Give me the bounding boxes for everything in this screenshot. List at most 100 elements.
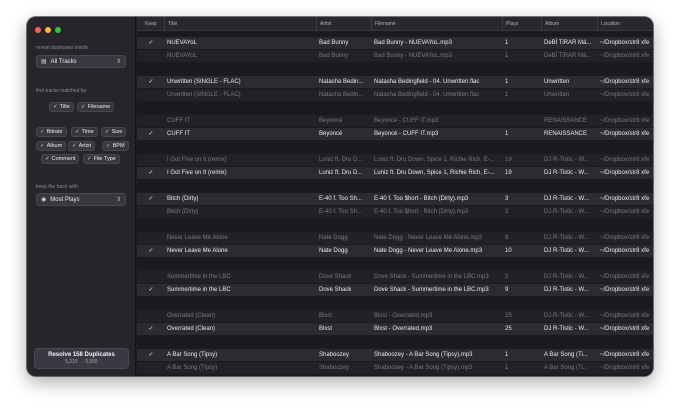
field-chip-bitrate[interactable]: ✓ Bitrate (36, 127, 67, 137)
checkmark-icon: ✓ (105, 129, 110, 135)
cell-album: DJ R-Tistic - W... (544, 157, 589, 163)
match-chip-title[interactable]: ✓ Title (49, 102, 74, 112)
table-row[interactable]: ✓ A Bar Song (Tipsy) Shaboozey Shaboozey - … (137, 349, 653, 361)
cell-filename: Blxst - Overrated.mp3 (374, 313, 433, 319)
keep-checkbox[interactable]: ✓ (137, 323, 165, 335)
cell-plays: 1 (505, 79, 509, 85)
cell-artist: Blxst (319, 313, 333, 319)
keep-checkbox[interactable]: ✓ (137, 284, 165, 296)
column-header-location[interactable]: Location (597, 17, 620, 31)
cell-artist: Nate Dogg (319, 235, 348, 241)
column-header-artist[interactable]: Artist (316, 17, 331, 31)
cell-location: ~/Dropbox/str8 xfe (600, 131, 650, 137)
cell-plays: 19 (505, 157, 512, 163)
cell-title: NUEVAYoL (167, 40, 197, 46)
chip-label: BPM (112, 143, 125, 149)
resolve-duplicates-button[interactable]: Resolve 158 Duplicates 5,215 → 5,055 (34, 348, 129, 369)
keep-checkbox[interactable]: ✓ (137, 128, 165, 140)
field-chip-comment[interactable]: ✓ Comment (41, 154, 80, 164)
cell-filename: Shaboozey - A Bar Song (Tipsy).mp3 (374, 365, 473, 371)
table-row[interactable]: Never Leave Me Alone Nate Dogg Nate Dogg -… (137, 232, 653, 244)
keep-select-value: Most Plays (50, 196, 80, 203)
cell-album: Unwritten (544, 79, 570, 85)
keep-checkbox[interactable] (137, 271, 165, 283)
cell-plays: 25 (505, 326, 512, 332)
field-chip-artist[interactable]: ✓ Artist (68, 141, 96, 151)
column-header-filename[interactable]: Filename (371, 17, 396, 31)
table-row[interactable]: Overrated (Clean) Blxst Blxst - Overrated.… (137, 310, 653, 322)
column-header-plays[interactable]: Plays (502, 17, 518, 31)
table-row[interactable]: ✓ CUFF IT Beyoncé Beyoncé - CUFF IT.mp3 1 REN… (137, 128, 653, 140)
keep-checkbox[interactable] (137, 50, 165, 62)
field-chip-bpm[interactable]: ✓ BPM (102, 141, 129, 151)
table-row[interactable]: Summertime in the LBC Dove Shack Dove Shac… (137, 271, 653, 283)
table-row[interactable]: I Got Five on It (remix) Luniz ft. Dru D.… (137, 154, 653, 166)
table-row[interactable]: A Bar Song (Tipsy) Shaboozey Shaboozey - A… (137, 362, 653, 374)
table-row[interactable]: Unwritten (SINGLE - FLAC) Natasha Bedin..… (137, 89, 653, 101)
keep-checkbox[interactable] (137, 89, 165, 101)
cell-album: DJ R-Tistic - W... (544, 196, 589, 202)
table-row[interactable]: ✓ NUEVAYoL Bad Bunny Bad Bunny - NUEVAYoL.m… (137, 37, 653, 49)
table-row[interactable]: ✓ Never Leave Me Alone Nate Dogg Nate Dogg … (137, 245, 653, 257)
cell-filename: Beyoncé - CUFF IT.mp3 (374, 131, 439, 137)
keep-select[interactable]: ◉ Most Plays ⇕ (36, 193, 126, 206)
cell-location: ~/Dropbox/str8 xfe (600, 209, 650, 215)
cell-filename: Luniz ft. Dru Down, Spice 1, Richie Rich… (374, 170, 495, 176)
cell-plays: 3 (505, 209, 509, 215)
table-row[interactable]: CUFF IT Beyoncé Beyoncé - CUFF IT.mp3 RENAI… (137, 115, 653, 127)
table-row[interactable]: ✓ Bitch (Dirty) E-40 f. Too Sh... E-40 f. T… (137, 193, 653, 205)
table-row[interactable]: ✓ Summertime in the LBC Dove Shack Dove Sha… (137, 284, 653, 296)
field-chip-album[interactable]: ✓ Album (36, 141, 67, 151)
checkmark-icon: ✓ (72, 143, 77, 149)
keep-checkbox[interactable]: ✓ (137, 76, 165, 88)
match-chip-filename[interactable]: ✓ Filename (77, 102, 115, 112)
source-select[interactable]: ▤ All Tracks ⇕ (36, 55, 126, 68)
keep-checkbox[interactable] (137, 115, 165, 127)
cell-plays: 1 (505, 365, 509, 371)
cell-plays: 2 (505, 274, 509, 280)
cell-title: Bitch (Dirty) (167, 209, 199, 215)
duplicates-table: Keep Title Artist Filename Plays Album L… (137, 17, 653, 376)
cell-plays: 3 (505, 196, 509, 202)
chip-label: Artist (78, 143, 92, 149)
keep-checkbox[interactable]: ✓ (137, 167, 165, 179)
cell-artist: Dove Shack (319, 287, 352, 293)
keep-checkbox[interactable] (137, 154, 165, 166)
cell-album: DJ R-Tistic - W... (544, 170, 589, 176)
table-header: Keep Title Artist Filename Plays Album L… (137, 17, 653, 31)
table-row[interactable]: NUEVAYoL Bad Bunny Bad Bunny - NUEVAYoL.mp… (137, 50, 653, 62)
cell-artist: Dove Shack (319, 274, 352, 280)
resolve-title: Resolve 158 Duplicates (48, 352, 115, 358)
column-header-keep[interactable]: Keep (145, 17, 157, 31)
column-header-album[interactable]: Album (541, 17, 559, 31)
minimize-window-button[interactable] (45, 27, 51, 33)
table-row[interactable]: ✓ Overrated (Clean) Blxst Blxst - Overrated… (137, 323, 653, 335)
close-window-button[interactable] (35, 27, 41, 33)
keep-checkbox[interactable]: ✓ (137, 245, 165, 257)
cell-filename: Dove Shack - Summertime in the LBC.mp3 (374, 287, 489, 293)
zoom-window-button[interactable] (55, 27, 61, 33)
cell-plays: 1 (505, 92, 509, 98)
cell-title: Summertime in the LBC (167, 287, 231, 293)
chip-label: Title (59, 104, 70, 110)
cell-filename: Dove Shack - Summertime in the LBC.mp3 (374, 274, 489, 280)
keep-checkbox[interactable] (137, 206, 165, 218)
keep-checkbox[interactable]: ✓ (137, 37, 165, 49)
keep-checkbox[interactable] (137, 310, 165, 322)
keep-checkbox[interactable] (137, 362, 165, 374)
table-row[interactable]: ✓ Unwritten (SINGLE - FLAC) Natasha Bedin.… (137, 76, 653, 88)
field-chip-file-type[interactable]: ✓ File Type (83, 154, 120, 164)
keep-checkbox[interactable] (137, 232, 165, 244)
cell-location: ~/Dropbox/str8 xfe (600, 248, 650, 254)
keep-checkbox[interactable]: ✓ (137, 193, 165, 205)
column-header-title[interactable]: Title (164, 17, 177, 31)
field-chip-size[interactable]: ✓ Size (101, 127, 127, 137)
table-row[interactable]: ✓ I Got Five on It (remix) Luniz ft. Dru D… (137, 167, 653, 179)
table-row[interactable]: Bitch (Dirty) E-40 f. Too Sh... E-40 f. To… (137, 206, 653, 218)
cell-location: ~/Dropbox/str8 xfe (600, 352, 650, 358)
checkmark-icon: ✓ (45, 156, 50, 162)
field-chip-time[interactable]: ✓ Time (71, 127, 98, 137)
keep-checkbox[interactable]: ✓ (137, 349, 165, 361)
cell-album: RENAISSANCE (544, 118, 588, 124)
chip-label: Filename (87, 104, 111, 110)
